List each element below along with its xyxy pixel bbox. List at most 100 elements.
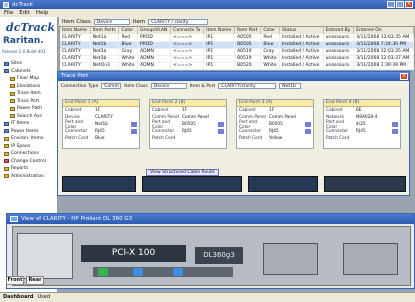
color-swatch [131,122,137,127]
item-class-select[interactable]: Device [93,18,130,25]
folder-icon [4,174,9,178]
sidebar-item[interactable]: Administration [4,174,44,179]
column-header[interactable]: Connects To [170,27,205,34]
trace-item-select[interactable]: CLARITY/clarity [218,83,277,89]
endpoint-field-label: Patch Cord [152,136,176,141]
table-cell: unassoura [323,41,355,49]
rear-view-button[interactable]: Rear [26,276,44,285]
table-cell: PROD [137,34,172,42]
maximize-icon[interactable]: □ [396,1,404,8]
endpoint-panel: End Point 2 (B) Cabinet 1F Comm Panel Comm P… [149,99,227,149]
table-cell: White [260,55,280,63]
table-cell: ADMN [137,55,172,63]
connection-type-select[interactable]: Comm [101,83,122,89]
sidebar-item-label: Search Ass [17,113,42,119]
sidebar-item-label: Power Items [11,128,39,134]
sidebar-item[interactable]: Floor Map [10,76,39,81]
endpoint-field-value: RJ45 [95,129,105,134]
sidebar-item[interactable]: Trace Port [10,99,39,104]
window-icon [10,216,18,222]
table-cell: IP1 [203,41,236,49]
endpoint-panel: End Point 1 (A) Cabinet 1F Device CLARITY Por… [62,99,140,149]
table-cell: Installed / Active [279,34,324,42]
item-select[interactable]: CLARITY / clarity [148,18,209,25]
network-port[interactable] [133,268,143,276]
endpoint-field-label: Connector [326,129,349,134]
sidebar-item[interactable]: Sites [4,61,22,66]
trace-item-class-select[interactable]: Device [150,83,187,89]
endpoint-row: Cabinet 1F [237,107,313,114]
menu-file[interactable]: File [4,10,13,16]
trace-filter-bar: Connection Type Comm Item Class Device I… [61,83,302,89]
sidebar-item[interactable]: Cabinets [4,69,31,74]
sidebar-item[interactable]: IT Items [4,121,29,126]
pcie-slot[interactable]: PCI-X 100 [81,245,186,262]
folder-icon [4,151,9,156]
folder-icon [4,144,9,148]
sidebar-item[interactable]: Reports [4,166,28,171]
column-header[interactable]: Color [118,27,139,34]
sidebar-item[interactable]: Search Ass [10,114,42,119]
column-header[interactable]: Group/VLAN [137,27,172,34]
release-label: Release 2.0 Build 403 [2,49,46,54]
table-cell: Gray [118,48,139,56]
sidebar-item[interactable]: Elevations [10,84,40,89]
tab-dashboard[interactable]: Dashboard [3,294,34,301]
sidebar-item[interactable]: Change Control [4,159,46,164]
folder-icon [10,106,15,111]
trace-port-select[interactable]: Net1b [279,83,302,89]
folder-icon [4,69,9,73]
table-cell: B0505 [234,41,262,49]
menu-edit[interactable]: Edit [19,10,30,16]
column-header[interactable]: Item Name [60,27,91,34]
sidebar-item[interactable]: Environ. Items [4,136,43,141]
column-header[interactable]: Entered On [353,27,414,34]
sidebar-item[interactable]: Power Items [4,129,39,134]
sidebar-item[interactable]: IP Space [4,144,30,149]
sidebar-item[interactable]: Trace Item [10,91,41,96]
network-port[interactable] [98,268,108,276]
minimize-icon[interactable]: _ [387,1,395,8]
close-icon[interactable]: × [400,73,408,80]
sidebar-item-label: Elevations [17,83,41,89]
sidebar-item[interactable]: Power Path [10,106,42,111]
endpoint-field-value: 1F [95,108,101,113]
endpoint-row: Cabinet 1F [63,107,139,114]
column-header[interactable]: Color [260,27,280,34]
sidebar-item[interactable]: Connections [4,151,39,156]
table-cell: IP1 [203,55,236,63]
column-header[interactable]: Status [279,27,324,34]
table-cell: unassoura [323,48,355,56]
close-icon[interactable]: × [405,1,413,8]
sidebar-item-label: Trace Port [17,98,40,104]
column-header[interactable]: Entered By [323,27,355,34]
table-cell: Net1a [90,34,120,42]
table-row[interactable]: CLARITY NetOn3 White ADMN <===> IP1 B0520 White… [60,62,414,70]
tab-used[interactable]: Used [38,294,51,301]
endpoint-row: Port and Color 4/25 [324,120,400,130]
table-row[interactable]: CLARITY Net1a Red PROD <===> IP1 A0505 Red Insta… [60,34,414,42]
power-supply-2[interactable] [343,243,398,275]
table-row[interactable]: CLARITY Net3a Gray ADMN <===> IP1 A0519 Gray Ins… [60,48,414,56]
table-cell: <===> [170,48,205,56]
column-header[interactable]: Item Port [234,27,262,34]
endpoint-field-value: Blue [95,136,105,141]
endpoint-field-value: 1F [269,108,275,113]
column-header[interactable]: Item Ports [90,27,120,34]
color-swatch [305,129,311,134]
front-view-button[interactable]: Front [6,276,24,285]
sidebar-item-label: IT Items [11,121,30,126]
table-row[interactable]: CLARITY Net3b White ADMN <===> IP1 B0519 White I… [60,55,414,63]
endpoint-panel: End Point 4 (B) Cabinet 6E Network N9A028-4 P… [323,99,401,149]
column-header[interactable]: Item Name [203,27,236,34]
power-supply-1[interactable] [263,243,318,275]
menu-help[interactable]: Help [36,10,49,16]
view-cable-route-button[interactable]: View Structured Cable Route [146,169,219,176]
sidebar-item-label: Floor Map [17,76,40,81]
table-cell: CLARITY [60,55,91,63]
endpoint-field-label: Cabinet [152,108,169,113]
table-row[interactable]: CLARITY Net1b Blue PROD <===> IP1 B0505 Blue Ins… [60,41,414,49]
table-cell: B0519 [234,55,262,63]
sidebar-item-label: Environ. Items [11,136,44,141]
network-port[interactable] [173,268,183,276]
